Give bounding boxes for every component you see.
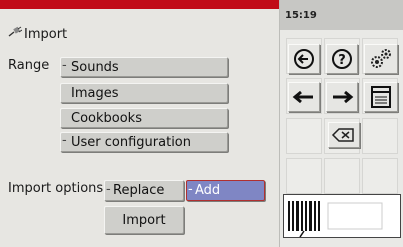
title-bar-accent [0,0,279,9]
range-option-label: Sounds [71,60,119,75]
plug-icon [8,26,24,42]
window-button[interactable] [364,82,398,112]
add-button[interactable]: - Add [186,180,265,201]
range-option-label: User configuration [71,135,191,150]
import-button-label: Import [122,213,166,228]
back-circle-icon [294,49,314,69]
status-bar: 15:19 [280,0,403,30]
barcode-icon [288,201,383,238]
backspace-icon [331,128,354,142]
settings-gears-icon [371,49,391,68]
svg-text:?: ? [338,53,346,68]
range-cookbooks-button[interactable]: Cookbooks [60,108,228,128]
barcode-scanner-area[interactable] [283,194,401,238]
range-label: Range [8,58,50,73]
arrow-right-icon [333,90,354,104]
range-option-label: Images [71,86,119,101]
range-option-label: Cookbooks [71,111,142,126]
settings-button[interactable] [364,44,398,74]
page-title-text: Import [24,27,68,42]
page-title: Import [8,26,67,42]
main-panel: Import Range - Sounds Images Cookbooks -U… [0,0,279,247]
range-images-button[interactable]: Images [60,83,228,103]
replace-button[interactable]: - Replace [104,180,184,201]
arrow-left-icon [292,90,313,104]
range-sounds-button[interactable]: - Sounds [60,57,228,77]
import-button[interactable]: Import [104,206,184,234]
arrow-right-button[interactable] [326,82,358,112]
range-user-configuration-button[interactable]: - User configuration [60,132,228,152]
import-options-label: Import options [8,181,104,196]
back-button[interactable] [288,44,320,74]
arrow-left-button[interactable] [288,82,320,112]
help-icon: ? [332,49,352,69]
clock: 15:19 [285,10,317,21]
window-icon [371,86,391,108]
add-button-label: Add [195,183,221,198]
backspace-button[interactable] [328,122,360,148]
help-button[interactable]: ? [326,44,358,74]
replace-button-label: Replace [113,183,165,198]
